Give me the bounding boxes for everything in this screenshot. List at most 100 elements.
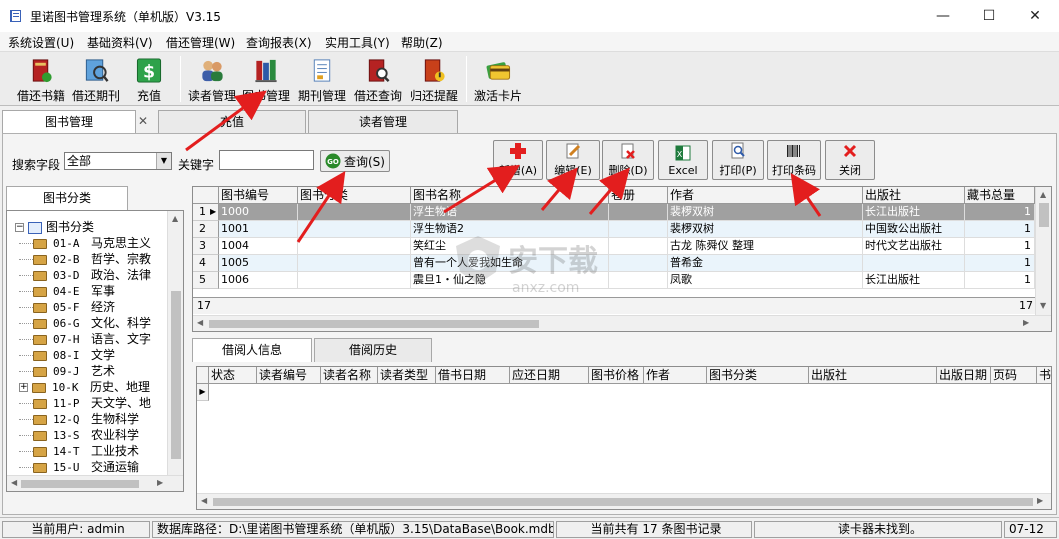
cell-book-id[interactable]: 1001 bbox=[219, 221, 298, 238]
cell-book-category[interactable] bbox=[298, 255, 411, 272]
col-author[interactable]: 作者 bbox=[644, 367, 707, 384]
tree-vertical-scrollbar[interactable]: ▲ bbox=[167, 211, 183, 475]
menu-reports[interactable]: 查询报表(X) bbox=[246, 34, 312, 51]
col-volume[interactable]: 卷册 bbox=[609, 187, 668, 204]
edit-button[interactable]: 编辑(E) bbox=[546, 140, 600, 180]
cell-volume[interactable] bbox=[609, 238, 668, 255]
tree-item[interactable]: 03-D 政治、法律 bbox=[19, 267, 151, 283]
maximize-button[interactable]: ☐ bbox=[966, 0, 1012, 32]
cell-publisher[interactable]: 时代文艺出版社 bbox=[863, 238, 965, 255]
minimize-button[interactable]: — bbox=[920, 0, 966, 32]
print-barcode-button[interactable]: 打印条码 bbox=[767, 140, 821, 180]
cell-book-category[interactable] bbox=[298, 238, 411, 255]
toolbar-activate-card-button[interactable]: 激活卡片 bbox=[472, 54, 524, 104]
cell-total-copies[interactable]: 1 bbox=[965, 238, 1035, 255]
cell-total-copies[interactable]: 1 bbox=[965, 255, 1035, 272]
col-borrow-date[interactable]: 借书日期 bbox=[436, 367, 510, 384]
tree-item[interactable]: 06-G 文化、科学 bbox=[19, 315, 151, 331]
tree-item[interactable]: 01-A 马克思主义 bbox=[19, 235, 151, 251]
toolbar-borrow-journals-button[interactable]: 借还期刊 bbox=[68, 54, 124, 104]
menu-borrow-return[interactable]: 借还管理(W) bbox=[166, 34, 235, 51]
borrow-hscroll-thumb[interactable] bbox=[213, 498, 1033, 506]
close-tab-icon[interactable]: ✕ bbox=[138, 114, 148, 128]
cell-author[interactable]: 凤歌 bbox=[668, 272, 863, 289]
cell-total-copies[interactable]: 1 bbox=[965, 221, 1035, 238]
col-total-copies[interactable]: 藏书总量 bbox=[965, 187, 1035, 204]
scroll-right-icon[interactable]: ▶ bbox=[1023, 318, 1029, 327]
add-button[interactable]: 新增(A) bbox=[493, 140, 543, 180]
tab-reader-management[interactable]: 读者管理 bbox=[308, 110, 458, 134]
table-row[interactable]: 1006 震旦1・仙之隐 凤歌 长江出版社 1 bbox=[193, 272, 1035, 289]
query-button[interactable]: GO 查询(S) bbox=[320, 150, 390, 172]
search-field-select[interactable]: 全部 ▼ bbox=[64, 152, 172, 170]
toolbar-journal-management-button[interactable]: 期刊管理 bbox=[296, 54, 348, 104]
close-window-button[interactable]: ✕ bbox=[1012, 0, 1058, 32]
col-reader-id[interactable]: 读者编号 bbox=[257, 367, 321, 384]
excel-button[interactable]: X Excel bbox=[658, 140, 708, 180]
tree-item[interactable]: 14-T 工业技术 bbox=[19, 443, 139, 459]
scroll-right-icon[interactable]: ▶ bbox=[157, 478, 163, 487]
col-publish-date[interactable]: 出版日期 bbox=[937, 367, 991, 384]
scroll-down-icon[interactable]: ▼ bbox=[1040, 301, 1046, 310]
delete-button[interactable]: 删除(D) bbox=[602, 140, 654, 180]
cell-total-copies[interactable]: 1 bbox=[965, 204, 1035, 221]
table-row[interactable]: 1001 浮生物语2 裴椤双树 中国致公出版社 1 bbox=[193, 221, 1035, 238]
table-row[interactable]: 1005曾有一个人爱我如生命普希金1 bbox=[193, 255, 1035, 272]
col-book-category[interactable]: 图书分类 bbox=[707, 367, 809, 384]
tree-hscroll-thumb[interactable] bbox=[21, 480, 139, 488]
tree-item[interactable]: 02-B 哲学、宗教 bbox=[19, 251, 151, 267]
col-author[interactable]: 作者 bbox=[668, 187, 863, 204]
cell-author[interactable]: 裴椤双树 bbox=[668, 221, 863, 238]
col-book-category[interactable]: 图书分类 bbox=[298, 187, 411, 204]
scroll-up-icon[interactable]: ▲ bbox=[1040, 190, 1046, 199]
col-book-id[interactable]: 图书编号 bbox=[219, 187, 298, 204]
tab-recharge[interactable]: 充值 bbox=[158, 110, 306, 134]
books-hscroll-thumb[interactable] bbox=[209, 320, 539, 328]
col-publisher[interactable]: 出版社 bbox=[863, 187, 965, 204]
col-reader-type[interactable]: 读者类型 bbox=[378, 367, 436, 384]
col-book-truncated[interactable]: 书 bbox=[1037, 367, 1051, 384]
cell-volume[interactable] bbox=[609, 255, 668, 272]
cell-total-copies[interactable]: 1 bbox=[965, 272, 1035, 289]
cell-author[interactable]: 普希金 bbox=[668, 255, 863, 272]
menu-tools[interactable]: 实用工具(Y) bbox=[325, 34, 390, 51]
cell-book-category[interactable] bbox=[298, 221, 411, 238]
cell-book-name[interactable]: 浮生物语 bbox=[411, 204, 609, 221]
tree-root[interactable]: − 图书分类 bbox=[15, 219, 94, 235]
scroll-up-icon[interactable]: ▲ bbox=[172, 214, 178, 223]
tab-borrow-history[interactable]: 借阅历史 bbox=[314, 338, 432, 362]
scroll-left-icon[interactable]: ◀ bbox=[197, 318, 203, 327]
col-due-date[interactable]: 应还日期 bbox=[510, 367, 589, 384]
cell-author[interactable]: 古龙 陈舜仪 整理 bbox=[668, 238, 863, 255]
tab-book-category[interactable]: 图书分类 bbox=[6, 186, 128, 210]
cell-book-category[interactable] bbox=[298, 204, 411, 221]
keyword-input[interactable] bbox=[219, 150, 314, 170]
menu-system-settings[interactable]: 系统设置(U) bbox=[8, 34, 74, 51]
cell-publisher[interactable] bbox=[863, 255, 965, 272]
close-button[interactable]: 关闭 bbox=[825, 140, 875, 180]
scroll-right-icon[interactable]: ▶ bbox=[1037, 496, 1043, 505]
col-reader-name[interactable]: 读者名称 bbox=[321, 367, 378, 384]
tree-item[interactable]: 13-S 农业科学 bbox=[19, 427, 139, 443]
toolbar-borrow-query-button[interactable]: 借还查询 bbox=[352, 54, 404, 104]
books-vertical-scrollbar[interactable]: ▲ ▼ bbox=[1035, 187, 1051, 315]
expand-icon[interactable]: + bbox=[19, 383, 28, 392]
toolbar-book-management-button[interactable]: 图书管理 bbox=[240, 54, 292, 104]
books-scroll-thumb[interactable] bbox=[1039, 203, 1049, 227]
tree-item[interactable]: 15-U 交通运输 bbox=[19, 459, 139, 475]
cell-volume[interactable] bbox=[609, 204, 668, 221]
tab-borrower-info[interactable]: 借阅人信息 bbox=[192, 338, 312, 362]
scroll-left-icon[interactable]: ◀ bbox=[201, 496, 207, 505]
menu-help[interactable]: 帮助(Z) bbox=[401, 34, 443, 51]
tree-item[interactable]: 04-E 军事 bbox=[19, 283, 115, 299]
tree-item[interactable]: 05-F 经济 bbox=[19, 299, 115, 315]
col-book-name[interactable]: 图书名称 bbox=[411, 187, 609, 204]
borrow-horizontal-scrollbar[interactable]: ◀ ▶ bbox=[197, 493, 1051, 509]
tree-scroll-thumb[interactable] bbox=[171, 291, 181, 459]
cell-publisher[interactable]: 长江出版社 bbox=[863, 204, 965, 221]
cell-volume[interactable] bbox=[609, 221, 668, 238]
tab-book-management[interactable]: 图书管理 bbox=[2, 110, 136, 134]
tree-item[interactable]: 09-J 艺术 bbox=[19, 363, 115, 379]
col-status[interactable]: 状态 bbox=[209, 367, 257, 384]
collapse-icon[interactable]: − bbox=[15, 223, 24, 232]
